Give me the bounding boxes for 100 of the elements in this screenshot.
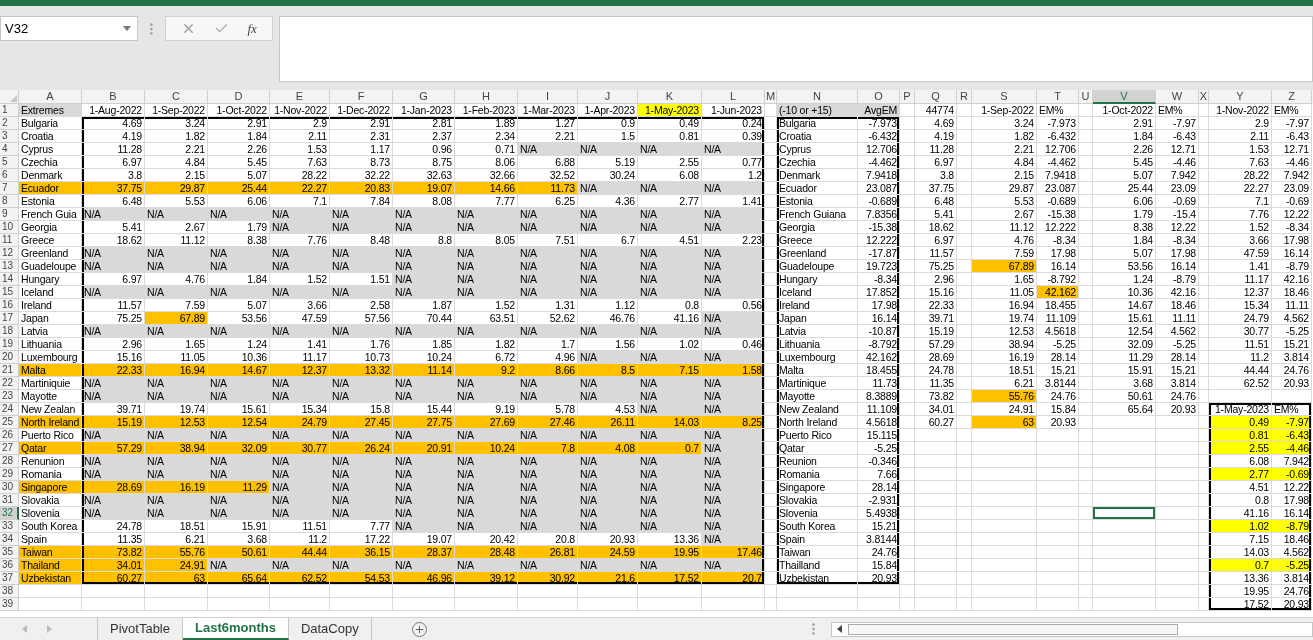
row-header[interactable]: 5 — [0, 156, 19, 169]
row-header[interactable]: 11 — [0, 234, 19, 247]
empty-cell — [1156, 442, 1199, 455]
row-header[interactable]: 16 — [0, 299, 19, 312]
row-header[interactable]: 36 — [0, 559, 19, 572]
table-cell: 1-Nov-2022 — [270, 104, 330, 117]
sheet-tab[interactable]: Last6months — [183, 618, 289, 640]
row-header[interactable]: 22 — [0, 377, 19, 390]
row-header[interactable]: 31 — [0, 494, 19, 507]
row-header[interactable]: 15 — [0, 286, 19, 299]
column-header[interactable]: C — [145, 90, 208, 104]
name-box[interactable]: V32 — [0, 16, 138, 41]
row-header[interactable]: 26 — [0, 429, 19, 442]
table-cell: N/A — [145, 325, 208, 338]
row-header[interactable]: 14 — [0, 273, 19, 286]
table-cell: N/A — [578, 208, 638, 221]
table-cell: 3.66 — [270, 299, 330, 312]
row-header[interactable]: 27 — [0, 442, 19, 455]
row-header[interactable]: 28 — [0, 455, 19, 468]
table-cell: 6.97 — [915, 234, 957, 247]
row-header[interactable]: 6 — [0, 169, 19, 182]
column-header[interactable]: R — [957, 90, 972, 104]
row-header[interactable]: 29 — [0, 468, 19, 481]
row-header[interactable]: 8 — [0, 195, 19, 208]
empty-cell — [957, 351, 972, 364]
row-header[interactable]: 25 — [0, 416, 19, 429]
table-cell: 2.91 — [330, 117, 393, 130]
row-header[interactable]: 9 — [0, 208, 19, 221]
row-header[interactable]: 38 — [0, 585, 19, 598]
empty-cell — [765, 507, 777, 520]
table-cell: -7.97 — [1156, 117, 1199, 130]
scrollbar-thumb[interactable] — [847, 623, 1178, 635]
column-header[interactable]: B — [82, 90, 145, 104]
table-cell: -15.4 — [1156, 208, 1199, 221]
empty-cell — [1079, 546, 1093, 559]
row-header[interactable]: 39 — [0, 598, 19, 611]
table-cell: 1.89 — [455, 117, 518, 130]
row-header[interactable]: 33 — [0, 520, 19, 533]
column-header[interactable]: S — [972, 90, 1037, 104]
column-header[interactable]: Y — [1209, 90, 1272, 104]
column-header[interactable]: L — [702, 90, 765, 104]
table-cell: N/A — [578, 520, 638, 533]
row-header[interactable]: 32 — [0, 507, 19, 520]
row-header[interactable]: 20 — [0, 351, 19, 364]
table-cell: N/A — [82, 507, 145, 520]
column-header[interactable]: P — [900, 90, 915, 104]
table-cell: 39.71 — [915, 312, 957, 325]
column-header[interactable]: H — [455, 90, 518, 104]
table-cell: 2.26 — [1093, 143, 1156, 156]
column-header[interactable]: E — [270, 90, 330, 104]
scroll-right-icon[interactable] — [47, 625, 52, 633]
sheet-tab[interactable]: PivotTable — [98, 618, 183, 640]
scroll-left-icon[interactable] — [836, 625, 842, 633]
empty-cell — [1199, 572, 1209, 585]
row-header[interactable]: 3 — [0, 130, 19, 143]
column-header[interactable]: G — [393, 90, 455, 104]
formula-field[interactable] — [279, 16, 1313, 82]
column-header[interactable]: M — [765, 90, 777, 104]
table-cell: N/A — [702, 468, 765, 481]
column-header[interactable]: D — [208, 90, 270, 104]
sheet-tab[interactable]: DataCopy — [288, 618, 372, 640]
row-header[interactable]: 30 — [0, 481, 19, 494]
row-header[interactable]: 7 — [0, 182, 19, 195]
column-header[interactable]: I — [518, 90, 578, 104]
row-header[interactable]: 13 — [0, 260, 19, 273]
row-header[interactable]: 18 — [0, 325, 19, 338]
column-header[interactable]: X — [1199, 90, 1209, 104]
table-cell: 6.97 — [82, 156, 145, 169]
table-cell: N/A — [455, 273, 518, 286]
column-header[interactable]: V — [1093, 90, 1156, 104]
column-header[interactable]: F — [330, 90, 393, 104]
row-header[interactable]: 4 — [0, 143, 19, 156]
column-header[interactable]: W — [1156, 90, 1199, 104]
empty-cell — [915, 468, 957, 481]
horizontal-scrollbar[interactable] — [830, 621, 1313, 637]
row-header[interactable]: 19 — [0, 338, 19, 351]
row-header[interactable]: 24 — [0, 403, 19, 416]
row-header[interactable]: 1 — [0, 104, 19, 117]
table-cell: 10.24 — [455, 442, 518, 455]
empty-cell — [270, 598, 330, 611]
row-header[interactable]: 2 — [0, 117, 19, 130]
row-header[interactable]: 35 — [0, 546, 19, 559]
row-header[interactable]: 37 — [0, 572, 19, 585]
row-header[interactable]: 21 — [0, 364, 19, 377]
column-header[interactable]: Q — [915, 90, 957, 104]
table-cell: N/A — [208, 455, 270, 468]
table-cell: 2.21 — [972, 143, 1037, 156]
row-header[interactable]: 12 — [0, 247, 19, 260]
table-cell: N/A — [145, 507, 208, 520]
column-header[interactable]: Z — [1272, 90, 1312, 104]
row-header[interactable]: 34 — [0, 533, 19, 546]
table-cell: 57.29 — [915, 338, 957, 351]
row-header[interactable]: 17 — [0, 312, 19, 325]
empty-cell — [1156, 468, 1199, 481]
column-header[interactable]: T — [1037, 90, 1079, 104]
row-header[interactable]: 23 — [0, 390, 19, 403]
row-header[interactable]: 10 — [0, 221, 19, 234]
column-header[interactable]: J — [578, 90, 638, 104]
function-button[interactable]: fx — [247, 18, 257, 39]
table-cell: 2.34 — [455, 130, 518, 143]
